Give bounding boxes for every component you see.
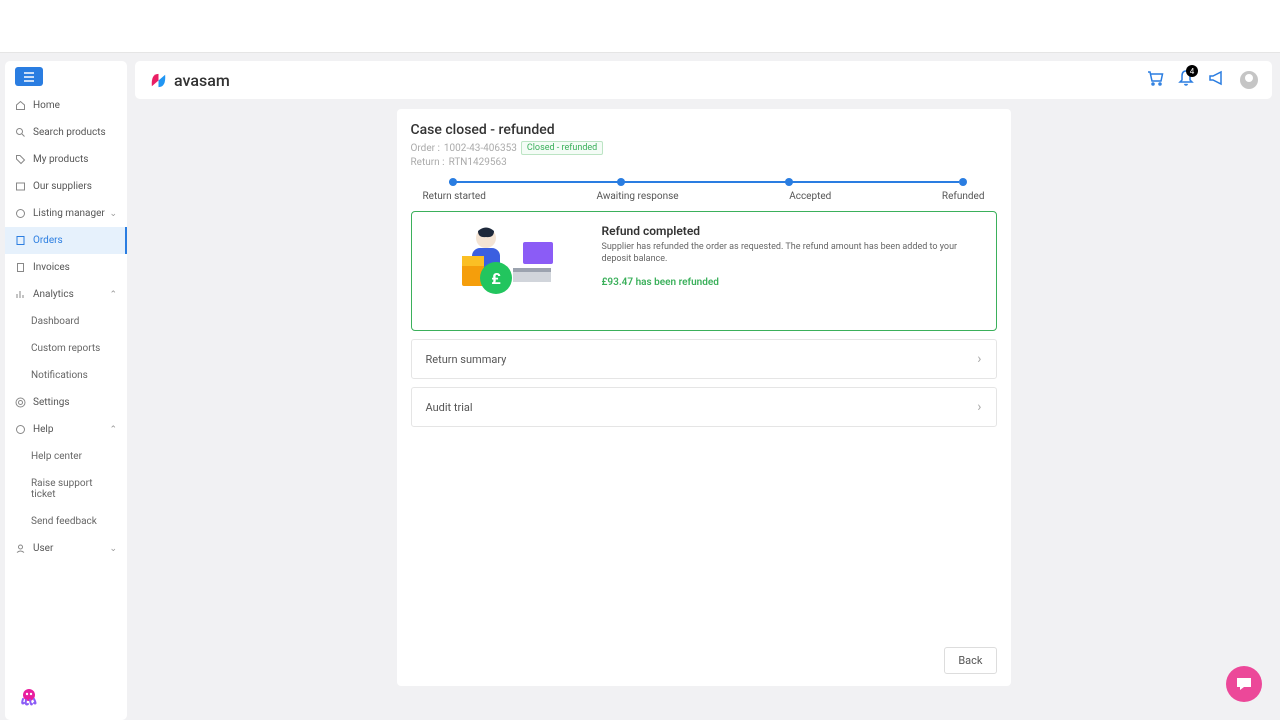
- audit-trial-accordion[interactable]: Audit trial: [411, 387, 997, 427]
- back-button[interactable]: Back: [944, 647, 996, 674]
- browser-chrome: [0, 0, 1280, 53]
- sidebar-label: User: [33, 543, 53, 554]
- sidebar-item-orders[interactable]: Orders: [5, 227, 127, 254]
- progress-tracker: Return started Awaiting response Accepte…: [411, 181, 997, 202]
- step-label: Awaiting response: [596, 191, 678, 202]
- help-icon: [15, 424, 27, 435]
- sidebar-sub-help-center[interactable]: Help center: [5, 443, 127, 470]
- sidebar-sub-notifications[interactable]: Notifications: [5, 362, 127, 389]
- return-summary-accordion[interactable]: Return summary: [411, 339, 997, 379]
- sidebar-label: Settings: [33, 397, 70, 408]
- sidebar-label: My products: [33, 154, 88, 165]
- cart-icon[interactable]: [1146, 69, 1164, 91]
- sidebar-sub-custom-reports[interactable]: Custom reports: [5, 335, 127, 362]
- sidebar-label: Search products: [33, 127, 106, 138]
- sidebar-sub-ticket[interactable]: Raise support ticket: [5, 470, 127, 508]
- sidebar-label: Help: [33, 424, 53, 435]
- logo[interactable]: avasam: [149, 71, 230, 90]
- chevron-down-icon: ⌄: [109, 544, 117, 554]
- avatar-icon[interactable]: [1240, 71, 1258, 89]
- step-label: Refunded: [942, 191, 985, 202]
- home-icon: [15, 100, 27, 111]
- sidebar-item-analytics[interactable]: Analytics ⌃: [5, 281, 127, 308]
- clipboard-icon: [15, 235, 27, 246]
- sidebar-label: Orders: [33, 235, 63, 246]
- progress-dot: [959, 178, 967, 186]
- progress-dot: [617, 178, 625, 186]
- globe-icon: [15, 208, 27, 219]
- progress-dot: [449, 178, 457, 186]
- sidebar-sub-feedback[interactable]: Send feedback: [5, 508, 127, 535]
- mascot-icon[interactable]: [17, 686, 41, 710]
- logo-icon: [149, 71, 168, 90]
- chart-icon: [15, 289, 27, 300]
- gear-icon: [15, 397, 27, 408]
- return-number: RTN1429563: [449, 157, 507, 168]
- refund-panel: £ Refund completed Supplier has refunded…: [411, 211, 997, 331]
- step-label: Return started: [423, 191, 486, 202]
- return-label: Return :: [411, 157, 445, 168]
- case-card: Case closed - refunded Order : 1002-43-4…: [397, 109, 1011, 686]
- sidebar-label: Home: [33, 100, 60, 111]
- sidebar-item-user[interactable]: User ⌄: [5, 535, 127, 562]
- refund-title: Refund completed: [602, 224, 980, 238]
- sidebar-label: Invoices: [33, 262, 70, 273]
- sidebar-item-myproducts[interactable]: My products: [5, 146, 127, 173]
- notification-badge: 4: [1186, 65, 1198, 77]
- document-icon: [15, 262, 27, 273]
- user-icon: [15, 543, 27, 554]
- refund-amount: £93.47 has been refunded: [602, 277, 980, 288]
- order-number: 1002-43-406353: [444, 143, 517, 154]
- sidebar-item-home[interactable]: Home: [5, 92, 127, 119]
- refund-description: Supplier has refunded the order as reque…: [602, 242, 980, 265]
- step-label: Accepted: [789, 191, 831, 202]
- sidebar-item-listing[interactable]: Listing manager ⌄: [5, 200, 127, 227]
- sidebar-item-invoices[interactable]: Invoices: [5, 254, 127, 281]
- bell-icon[interactable]: 4: [1178, 69, 1194, 91]
- svg-text:£: £: [491, 269, 501, 288]
- tag-icon: [15, 154, 27, 165]
- status-badge: Closed - refunded: [521, 141, 603, 155]
- chevron-down-icon: ⌄: [109, 209, 117, 219]
- sidebar-label: Our suppliers: [33, 181, 92, 192]
- sidebar-item-search[interactable]: Search products: [5, 119, 127, 146]
- header: avasam 4: [135, 61, 1272, 99]
- sidebar-item-settings[interactable]: Settings: [5, 389, 127, 416]
- package-icon: [15, 181, 27, 192]
- sidebar-label: Listing manager: [33, 208, 105, 219]
- case-title: Case closed - refunded: [411, 122, 997, 138]
- chevron-up-icon: ⌃: [109, 290, 117, 300]
- announce-icon[interactable]: [1208, 70, 1226, 90]
- order-label: Order :: [411, 143, 440, 154]
- sidebar-label: Analytics: [33, 289, 74, 300]
- chat-fab[interactable]: [1226, 666, 1262, 702]
- menu-toggle-button[interactable]: [15, 67, 43, 86]
- sidebar-sub-dashboard[interactable]: Dashboard: [5, 308, 127, 335]
- sidebar-item-help[interactable]: Help ⌃: [5, 416, 127, 443]
- search-icon: [15, 127, 27, 138]
- chevron-up-icon: ⌃: [109, 425, 117, 435]
- sidebar: Home Search products My products Our sup…: [5, 61, 127, 720]
- refund-illustration: £: [428, 224, 578, 318]
- brand-text: avasam: [174, 71, 230, 90]
- progress-dot: [785, 178, 793, 186]
- sidebar-item-suppliers[interactable]: Our suppliers: [5, 173, 127, 200]
